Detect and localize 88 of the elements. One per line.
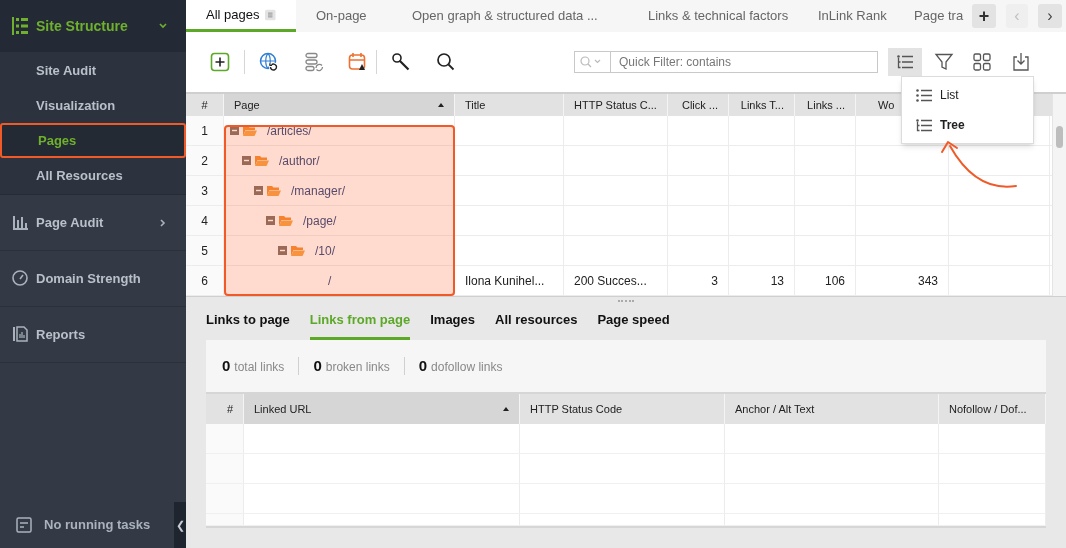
scrollbar-thumb[interactable] [1056, 126, 1063, 148]
bar-chart-icon [12, 214, 28, 231]
table-cell: 13 [729, 266, 795, 295]
row-number: 2 [186, 146, 224, 175]
column-header[interactable]: Linked URL [244, 394, 520, 424]
stat-label: total links [234, 358, 285, 376]
gauge-icon [12, 270, 28, 287]
column-header[interactable]: Anchor / Alt Text [725, 394, 939, 424]
tab[interactable]: On-page [296, 0, 392, 32]
sidebar-header[interactable]: Site Structure [0, 0, 186, 52]
stat-count: 0 [222, 355, 231, 376]
column-header[interactable]: Page [224, 94, 455, 116]
page-path[interactable]: /10/ [315, 241, 335, 260]
calendar-alert-icon[interactable] [348, 52, 368, 72]
row-number: 6 [186, 266, 224, 295]
column-header[interactable]: Links ... [795, 94, 856, 116]
menu-item[interactable]: List [902, 80, 1033, 110]
add-icon[interactable] [210, 52, 230, 72]
menu-item[interactable]: Tree [902, 110, 1033, 140]
collapse-icon[interactable] [230, 126, 239, 135]
export-icon[interactable] [1011, 52, 1031, 72]
tab[interactable]: InLink Rank [798, 0, 894, 32]
folder-icon [243, 125, 257, 136]
stat-label: broken links [325, 358, 390, 376]
stat-count: 0 [313, 355, 322, 376]
panel-tab[interactable]: Images [430, 308, 476, 340]
column-header[interactable]: HTTP Status Code [520, 394, 725, 424]
row-number: 4 [186, 206, 224, 235]
panel-tab[interactable]: All resources [495, 308, 578, 340]
tasks-icon [16, 517, 32, 533]
folder-icon [279, 215, 293, 226]
column-header[interactable]: Title [455, 94, 564, 116]
page-path[interactable]: /author/ [279, 151, 320, 170]
grid-icon[interactable] [972, 52, 992, 72]
row-number: 3 [186, 176, 224, 205]
collapse-icon[interactable] [278, 246, 287, 255]
table-cell: 200 Succes... [564, 266, 668, 295]
tab[interactable]: All pages [186, 0, 296, 32]
menu-icon[interactable] [265, 7, 276, 22]
stat-count: 0 [418, 355, 428, 376]
page-path[interactable]: / [328, 271, 332, 290]
table-cell: Ilona Kunihel... [455, 266, 564, 295]
collapse-icon[interactable] [254, 186, 263, 195]
sidebar-item[interactable]: All Resources [0, 158, 186, 193]
page-path[interactable]: /articles/ [267, 121, 312, 140]
resize-handle[interactable] [618, 300, 634, 303]
panel-tab[interactable]: Links to page [206, 308, 290, 340]
column-header[interactable]: HTTP Status C... [564, 94, 668, 116]
globe-refresh-icon[interactable] [259, 52, 279, 72]
row-number: 5 [186, 236, 224, 265]
tree-list-icon [916, 118, 932, 132]
table-cell: 3 [668, 266, 729, 295]
tree-list-icon [897, 55, 913, 69]
filter-icon[interactable] [934, 52, 954, 72]
sidebar-item[interactable]: Pages [0, 123, 186, 158]
panel-tab[interactable]: Page speed [597, 308, 670, 340]
page-path[interactable]: /manager/ [291, 181, 346, 200]
structure-icon [12, 16, 28, 36]
list-icon [916, 88, 932, 102]
folder-icon [255, 155, 269, 166]
column-header[interactable]: Links T... [729, 94, 795, 116]
sidebar-item[interactable]: Site Audit [0, 53, 186, 88]
row-number: 1 [186, 116, 224, 145]
tab[interactable]: Open graph & structured data ... [392, 0, 628, 32]
table-cell: 343 [856, 266, 949, 295]
sort-up-icon [438, 103, 444, 107]
report-icon [12, 326, 28, 343]
sidebar-item[interactable]: Visualization [0, 88, 186, 123]
add-tab-button[interactable]: + [972, 4, 996, 28]
tree-view-button[interactable] [888, 48, 922, 76]
table-cell: 106 [795, 266, 856, 295]
status-text: No running tasks [44, 516, 151, 535]
collapse-button[interactable]: ❮ [174, 502, 186, 548]
search-icon[interactable] [436, 52, 456, 72]
column-header[interactable]: Nofollow / Dof... [939, 394, 1046, 424]
next-tab-button[interactable]: › [1038, 4, 1062, 28]
page-path[interactable]: /page/ [303, 211, 337, 230]
collapse-icon[interactable] [266, 216, 275, 225]
collapse-icon[interactable] [242, 156, 251, 165]
column-header[interactable]: Click ... [668, 94, 729, 116]
sort-up-icon [503, 407, 509, 411]
tab[interactable]: Page tra [894, 0, 964, 32]
folder-icon [291, 245, 305, 256]
folder-icon [267, 185, 281, 196]
stat-label: dofollow links [431, 358, 503, 376]
flow-refresh-icon[interactable] [304, 52, 324, 72]
tab[interactable]: Links & technical factors [628, 0, 798, 32]
chevron-right-icon [158, 217, 168, 228]
